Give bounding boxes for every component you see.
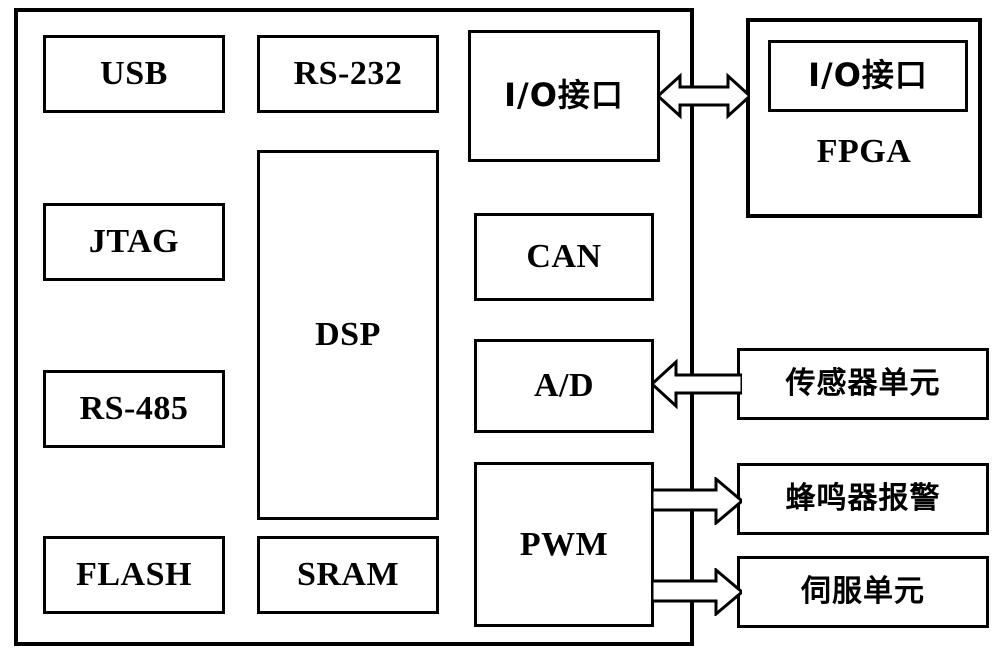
- block-buzzer-label: 蜂鸣器报警: [785, 481, 941, 517]
- block-servo-label: 伺服单元: [801, 574, 925, 610]
- block-sensor: 传感器单元: [737, 348, 989, 420]
- block-pwm-label: PWM: [519, 525, 609, 563]
- connector-pwm-to-servo: [652, 568, 742, 616]
- block-jtag: JTAG: [43, 203, 225, 281]
- fpga-board-label: FPGA: [816, 133, 912, 170]
- block-io-main-label: I/O接口: [504, 76, 624, 115]
- block-jtag-label: JTAG: [88, 223, 180, 261]
- block-usb-label: USB: [100, 55, 168, 93]
- block-rs232: RS-232: [257, 35, 439, 113]
- block-sram-label: SRAM: [296, 556, 400, 594]
- block-ad-label: A/D: [533, 367, 595, 405]
- block-sensor-label: 传感器单元: [785, 366, 941, 402]
- block-can: CAN: [474, 213, 654, 301]
- block-sram: SRAM: [257, 536, 439, 614]
- block-servo: 伺服单元: [737, 556, 989, 628]
- block-pwm: PWM: [474, 462, 654, 627]
- block-rs485: RS-485: [43, 370, 225, 448]
- block-diagram: I/O接口 FPGA USB RS-232 JTAG RS-485 FLASH …: [0, 0, 1000, 654]
- block-flash: FLASH: [43, 536, 225, 614]
- block-buzzer: 蜂鸣器报警: [737, 463, 989, 535]
- block-io-main: I/O接口: [468, 30, 660, 162]
- connector-io-bidirectional: [658, 70, 750, 122]
- fpga-board-label-wrap: FPGA: [750, 134, 978, 170]
- block-dsp: DSP: [257, 150, 439, 520]
- block-dsp-label: DSP: [315, 316, 381, 354]
- connector-pwm-to-buzzer: [652, 477, 742, 525]
- block-rs232-label: RS-232: [293, 55, 403, 93]
- block-flash-label: FLASH: [76, 556, 192, 594]
- fpga-board-container: I/O接口 FPGA: [746, 18, 982, 218]
- block-io-fpga-label: I/O接口: [808, 56, 928, 95]
- block-rs485-label: RS-485: [79, 390, 189, 428]
- block-can-label: CAN: [526, 238, 602, 276]
- block-io-fpga: I/O接口: [768, 40, 968, 112]
- block-ad: A/D: [474, 339, 654, 433]
- block-usb: USB: [43, 35, 225, 113]
- connector-sensor-to-ad: [652, 358, 742, 410]
